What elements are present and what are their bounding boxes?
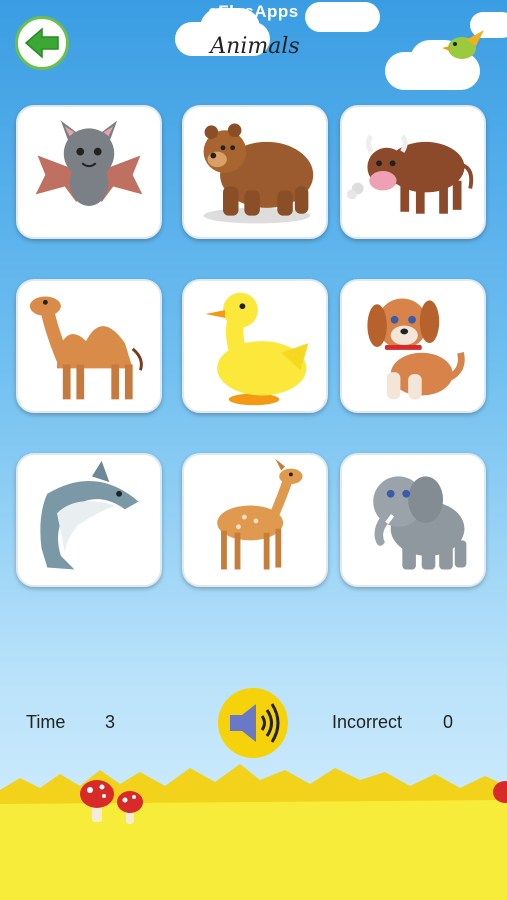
dog-image xyxy=(367,298,465,400)
incorrect-label: Incorrect xyxy=(332,712,403,732)
app-title: eFlasApps xyxy=(208,2,299,21)
mushroom-icon xyxy=(493,781,507,803)
speaker-icon xyxy=(230,703,280,743)
elephant-image xyxy=(373,476,467,570)
sound-button[interactable] xyxy=(218,688,288,758)
camel-image xyxy=(29,296,143,400)
time-value: 3 xyxy=(105,712,116,732)
card-dolphin[interactable] xyxy=(16,453,162,587)
card-duck[interactable] xyxy=(182,279,328,413)
grass-ground xyxy=(0,764,507,900)
card-camel[interactable] xyxy=(16,279,162,413)
bird-icon xyxy=(442,30,484,59)
page-title: Animals xyxy=(210,34,300,59)
incorrect-value: 0 xyxy=(443,712,454,732)
mushroom-icon xyxy=(117,791,143,824)
duck-image xyxy=(205,292,309,406)
dolphin-image xyxy=(40,460,139,570)
back-button[interactable] xyxy=(15,16,69,70)
card-dog[interactable] xyxy=(340,279,486,413)
animal-grid xyxy=(16,105,490,590)
card-elephant[interactable] xyxy=(340,453,486,587)
bat-image xyxy=(35,120,143,206)
deer-image xyxy=(217,458,303,570)
card-bull[interactable] xyxy=(340,105,486,239)
time-label: Time xyxy=(26,712,66,732)
card-bear[interactable] xyxy=(182,105,328,239)
bear-image xyxy=(203,123,314,224)
card-bat[interactable] xyxy=(16,105,162,239)
bull-image xyxy=(347,134,474,214)
mushroom-icon xyxy=(80,780,114,822)
arrow-left-icon xyxy=(24,27,59,59)
card-deer[interactable] xyxy=(182,453,328,587)
